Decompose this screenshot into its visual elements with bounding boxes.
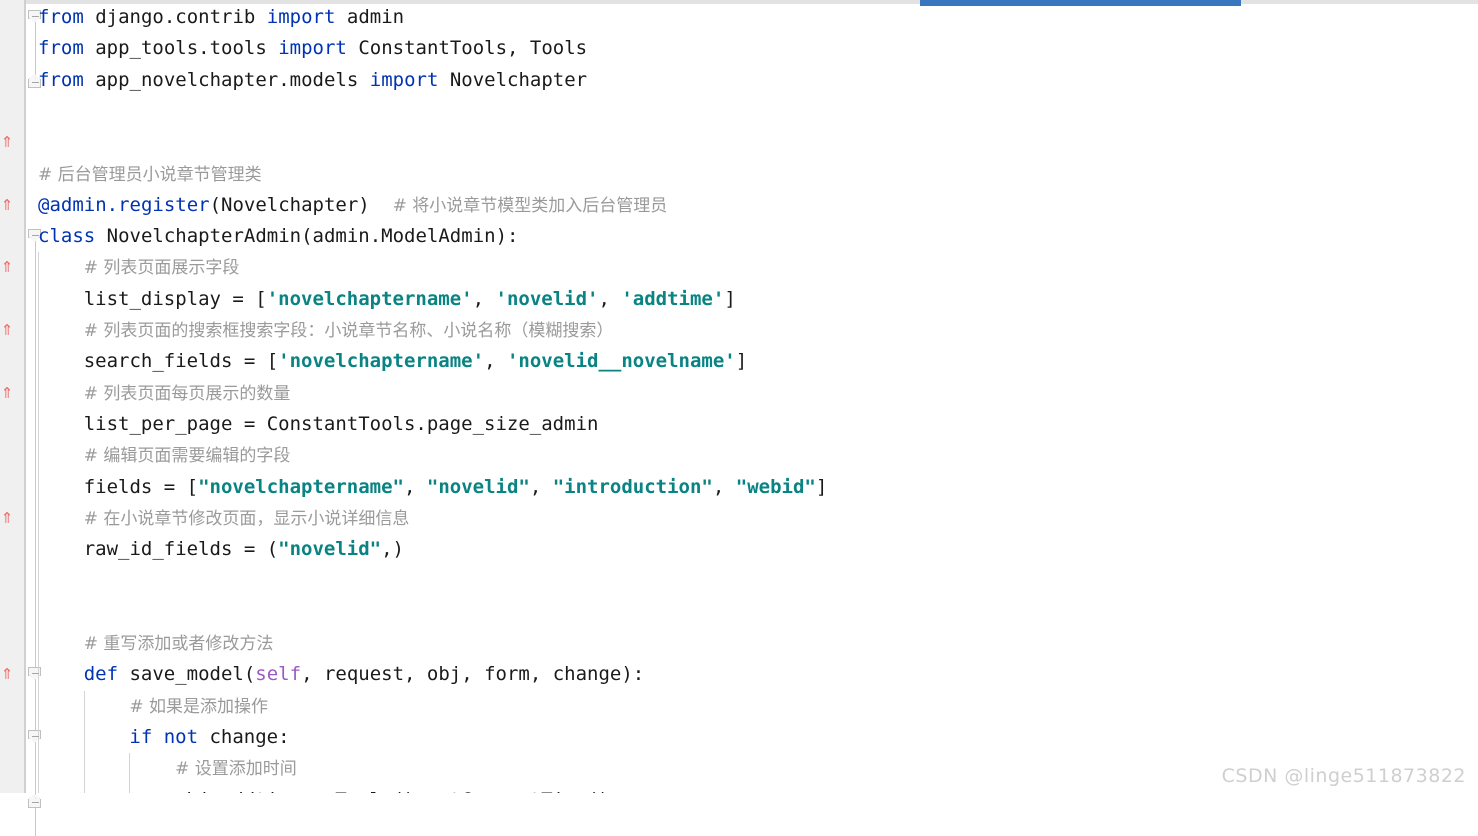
code-line[interactable]: # 编辑页面需要编辑的字段 [28, 440, 291, 471]
override-arrow-icon[interactable]: ⇑ [0, 665, 14, 683]
code-token: , [484, 350, 507, 373]
override-arrow-icon[interactable]: ⇑ [0, 384, 14, 402]
code-line[interactable]: list_display = ['novelchaptername', 'nov… [28, 284, 736, 315]
code-token: import [266, 6, 347, 28]
code-token: if not [129, 725, 210, 748]
code-token: app_tools.tools [95, 37, 279, 60]
code-line[interactable]: # 如果是添加操作 [28, 691, 268, 722]
code-token: import [369, 68, 450, 91]
code-token: save_model( [129, 663, 256, 686]
code-line[interactable]: raw_id_fields = ("novelid",) [28, 534, 404, 565]
code-token: search_fields = [ [83, 350, 279, 373]
code-token: "webid" [735, 475, 816, 498]
code-token: , [403, 475, 427, 498]
code-line[interactable]: # 后台管理员小说章节管理类 [28, 159, 262, 190]
code-token: , [598, 287, 622, 310]
code-token: Novelchapter [449, 68, 588, 91]
code-token: change: [209, 725, 290, 748]
code-content-area[interactable]: from django.contrib import admin from app… [28, 0, 1478, 793]
code-token: ] [735, 350, 748, 373]
code-token: from [38, 68, 96, 91]
code-line[interactable] [28, 96, 49, 127]
code-line[interactable]: # 在小说章节修改页面，显示小说详细信息 [28, 503, 410, 534]
fold-minus-icon[interactable] [28, 793, 43, 808]
code-token: , [529, 475, 553, 498]
code-token: ConstantTools, Tools [358, 37, 588, 60]
override-arrow-icon[interactable]: ⇑ [0, 509, 14, 527]
code-token: # 如果是添加操作 [129, 696, 269, 717]
code-line[interactable]: def save_model(self, request, obj, form,… [28, 659, 645, 690]
code-line[interactable]: fields = ["novelchaptername", "novelid",… [28, 472, 828, 503]
code-token: obj.addtime = Tools().getCurrentTime() [175, 789, 610, 794]
code-line[interactable]: from app_tools.tools import ConstantTool… [28, 33, 587, 64]
code-token: # 列表页面的搜索框搜索字段：小说章节名称、小说名称（模糊搜索） [83, 321, 614, 341]
code-token: "novelid" [278, 538, 382, 561]
code-token: def [83, 663, 130, 686]
csdn-watermark: CSDN @linge511873822 [1221, 765, 1466, 787]
indent-guide [38, 252, 39, 793]
code-token: 'novelid__novelname' [506, 350, 736, 373]
code-token: ] [815, 475, 828, 498]
indent-guide [83, 690, 85, 793]
code-token: NovelchapterAdmin(admin.ModelAdmin): [106, 225, 519, 248]
code-token: django.contrib [95, 6, 267, 28]
code-token: fields = [ [83, 475, 199, 498]
code-editor-window: ⇑ ⇑ ⇑ ⇑ ⇑ ⇑ ⇑ from django.contrib import admin… [0, 0, 1478, 836]
code-line[interactable]: list_per_page = ConstantTools.page_size_… [28, 409, 599, 440]
code-token: "introduction" [552, 475, 713, 498]
code-token: , [472, 287, 496, 310]
code-token: # 列表页面展示字段 [83, 258, 240, 279]
code-line[interactable]: # 重写添加或者修改方法 [28, 628, 274, 659]
code-token: 'novelchaptername' [266, 287, 473, 310]
code-token: "novelchaptername" [198, 475, 404, 498]
code-token: # 后台管理员小说章节管理类 [38, 164, 262, 185]
code-token: , request, obj, form, change): [301, 663, 645, 686]
code-token: from [38, 6, 96, 28]
code-line[interactable]: @admin.register(Novelchapter) # 将小说章节模型类… [28, 190, 667, 221]
code-token: from [38, 37, 96, 60]
code-line[interactable]: # 设置添加时间 [28, 753, 297, 784]
code-line[interactable] [28, 127, 49, 158]
code-token: raw_id_fields = ( [83, 538, 279, 561]
code-line[interactable]: search_fields = ['novelchaptername', 'no… [28, 346, 748, 377]
code-token: # 编辑页面需要编辑的字段 [83, 446, 291, 467]
code-token: 'novelchaptername' [278, 350, 485, 373]
code-token: (Novelchapter) [209, 193, 393, 216]
code-token: app_novelchapter.models [95, 68, 370, 91]
override-arrow-icon[interactable]: ⇑ [0, 321, 14, 339]
code-line[interactable]: class NovelchapterAdmin(admin.ModelAdmin… [28, 221, 518, 252]
code-token: # 将小说章节模型类加入后台管理员 [392, 195, 668, 216]
code-token: ,) [381, 538, 404, 561]
code-token: # 在小说章节修改页面，显示小说详细信息 [83, 508, 410, 529]
code-token: # 列表页面每页展示的数量 [83, 383, 291, 404]
code-token: "novelid" [426, 475, 530, 498]
code-token: @admin.register [38, 193, 210, 216]
code-token: 'novelid' [495, 287, 599, 310]
code-line[interactable]: # 列表页面每页展示的数量 [28, 378, 291, 409]
code-token: 'addtime' [621, 287, 725, 310]
code-token: import [278, 37, 359, 60]
code-line[interactable]: from django.contrib import admin [28, 2, 404, 33]
code-line[interactable]: # 列表页面展示字段 [28, 252, 240, 283]
code-line[interactable]: # 列表页面的搜索框搜索字段：小说章节名称、小说名称（模糊搜索） [28, 315, 614, 346]
override-arrow-icon[interactable]: ⇑ [0, 258, 14, 276]
code-line[interactable]: if not change: [28, 722, 290, 753]
code-token: class [38, 225, 107, 248]
code-line[interactable]: from app_novelchapter.models import Nove… [28, 65, 587, 96]
code-line[interactable]: obj.addtime = Tools().getCurrentTime() [28, 785, 610, 794]
code-token: admin [346, 6, 405, 28]
override-arrow-icon[interactable]: ⇑ [0, 196, 14, 214]
code-token: self [255, 663, 302, 686]
code-token: , [712, 475, 736, 498]
code-token: ] [724, 287, 736, 310]
override-arrow-icon[interactable]: ⇑ [0, 133, 14, 151]
code-token: # 设置添加时间 [175, 759, 297, 780]
code-token: list_display = [ [83, 287, 267, 310]
code-token: # 重写添加或者修改方法 [83, 634, 274, 654]
indent-guide [129, 753, 131, 793]
code-token: list_per_page = ConstantTools.page_size_… [83, 412, 599, 435]
